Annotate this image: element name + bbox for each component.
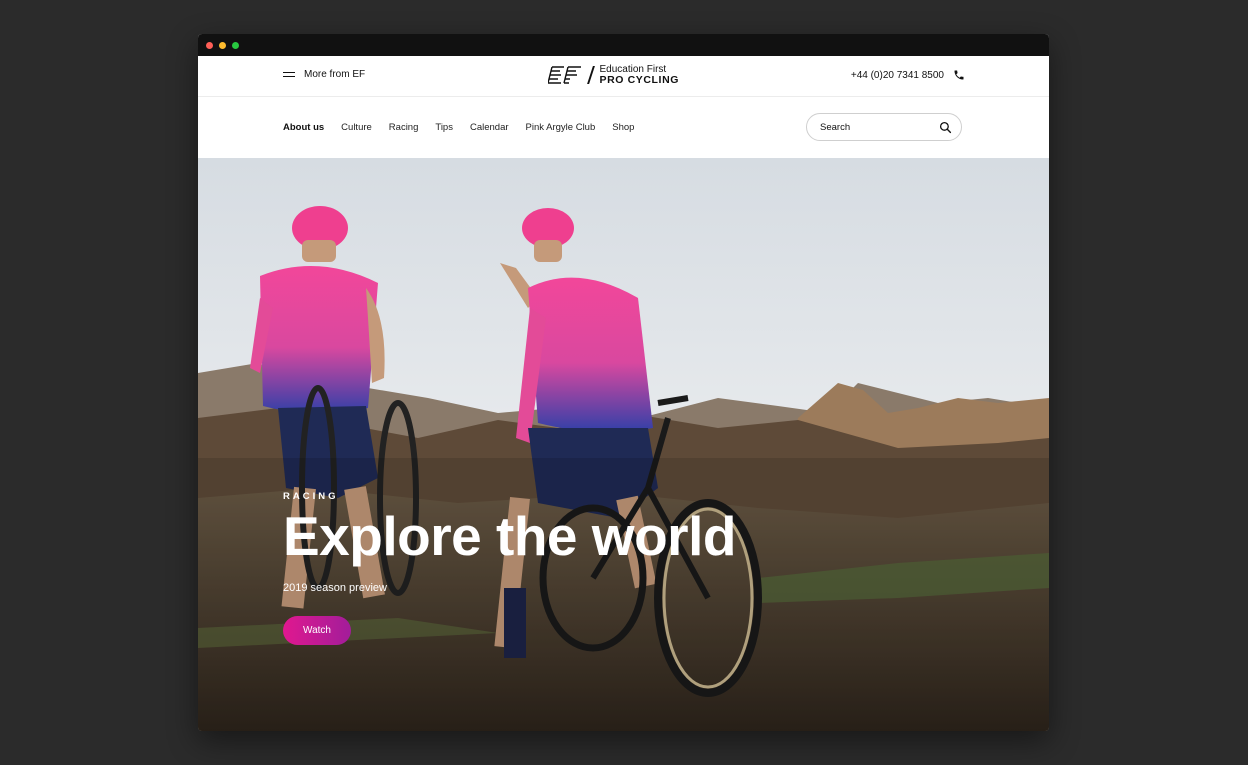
search-input[interactable] [820, 120, 930, 134]
search-icon[interactable] [939, 121, 952, 134]
nav-item-about-us[interactable]: About us [283, 122, 324, 133]
hero-photo [198, 158, 1049, 731]
browser-window: More from EF Education First PRO CYCLING… [198, 34, 1049, 731]
main-navigation: About us Culture Racing Tips Calendar Pi… [198, 97, 1049, 158]
hero-banner: RACING Explore the world 2019 season pre… [198, 158, 1049, 731]
logo-text: Education First PRO CYCLING [600, 64, 680, 86]
phone-icon [954, 70, 964, 80]
window-titlebar [198, 34, 1049, 56]
hamburger-icon [283, 71, 295, 79]
hero-content: RACING Explore the world 2019 season pre… [283, 491, 736, 645]
phone-number: +44 (0)20 7341 8500 [850, 69, 944, 81]
more-from-ef-label: More from EF [304, 69, 366, 80]
more-from-ef-menu[interactable]: More from EF [283, 69, 365, 80]
hero-kicker: RACING [283, 491, 339, 502]
nav-item-racing[interactable]: Racing [389, 122, 419, 133]
nav-item-shop[interactable]: Shop [612, 122, 634, 133]
logo-line-2: PRO CYCLING [599, 74, 680, 86]
hero-headline: Explore the world [283, 505, 736, 567]
watch-button[interactable]: Watch [283, 616, 351, 645]
nav-item-tips[interactable]: Tips [435, 122, 453, 133]
minimize-window-button[interactable] [219, 42, 226, 49]
nav-item-calendar[interactable]: Calendar [470, 122, 509, 133]
maximize-window-button[interactable] [232, 42, 239, 49]
hero-subline: 2019 season preview [283, 582, 387, 594]
site-logo[interactable]: Education First PRO CYCLING [548, 64, 679, 86]
logo-divider [587, 66, 595, 84]
phone-link[interactable]: +44 (0)20 7341 8500 [851, 69, 965, 81]
close-window-button[interactable] [206, 42, 213, 49]
search-box [806, 113, 962, 141]
nav-item-culture[interactable]: Culture [341, 122, 372, 133]
top-bar: More from EF Education First PRO CYCLING… [198, 56, 1049, 97]
nav-item-pink-argyle-club[interactable]: Pink Argyle Club [526, 122, 596, 133]
ef-logo-mark [548, 66, 581, 84]
